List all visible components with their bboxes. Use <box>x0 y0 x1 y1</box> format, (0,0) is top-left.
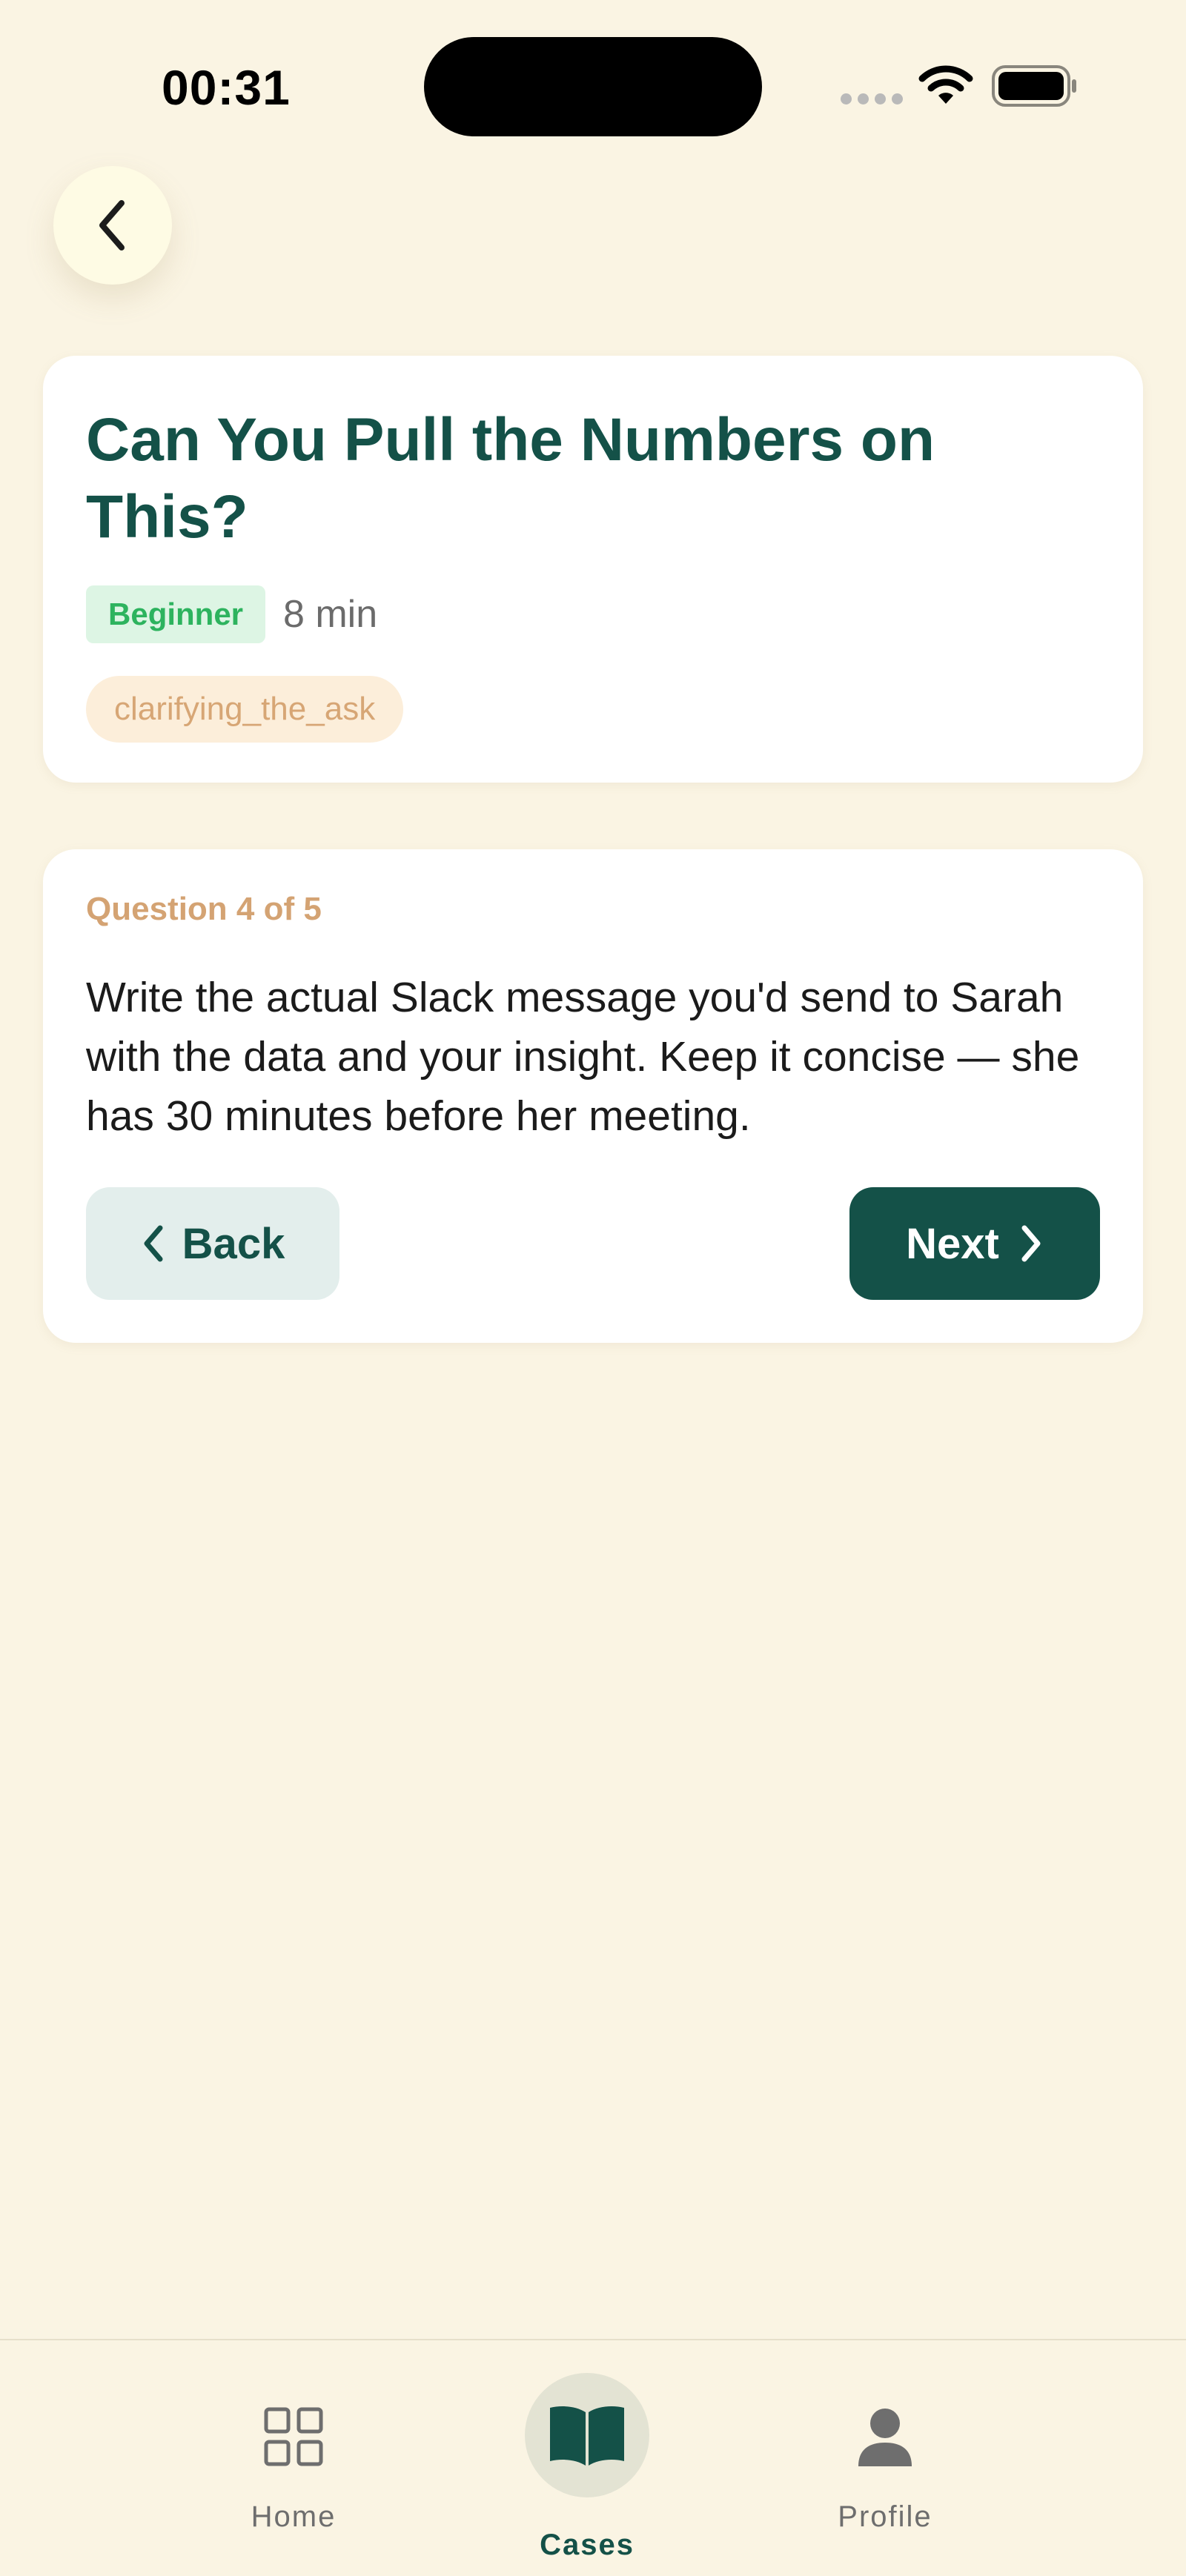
chevron-right-icon <box>1021 1225 1041 1262</box>
difficulty-badge: Beginner <box>86 585 266 643</box>
skill-tag-chip: clarifying_the_ask <box>86 676 404 743</box>
chevron-left-icon <box>99 200 125 250</box>
battery-icon <box>992 65 1076 107</box>
grid-icon <box>258 2401 329 2472</box>
question-text: Write the actual Slack message you'd sen… <box>86 974 1080 1140</box>
book-icon <box>525 2373 649 2497</box>
back-button[interactable]: Back <box>86 1187 339 1300</box>
nav-label-profile: Profile <box>838 2500 932 2533</box>
chevron-left-icon <box>144 1225 163 1262</box>
case-header-card: Can You Pull the Numbers on This? Beginn… <box>43 356 1143 783</box>
nav-item-home[interactable]: Home <box>182 2340 405 2576</box>
wifi-icon <box>918 65 973 104</box>
nav-label-home: Home <box>251 2500 337 2533</box>
duration-text: 8 min <box>283 593 378 636</box>
question-card: Question 4 of 5 Write the actual Slack m… <box>43 849 1143 1343</box>
next-button[interactable]: Next <box>849 1187 1100 1300</box>
status-time: 00:31 <box>162 60 291 115</box>
back-button-label: Back <box>182 1219 285 1268</box>
cellular-signal-icon <box>841 93 903 104</box>
question-counter: Question 4 of 5 <box>86 891 322 927</box>
status-bar: 00:31 <box>0 0 1186 148</box>
next-button-label: Next <box>906 1219 999 1268</box>
dynamic-island <box>424 37 762 136</box>
person-icon <box>849 2401 921 2472</box>
case-title: Can You Pull the Numbers on This? <box>86 406 935 551</box>
nav-back-button[interactable] <box>53 166 172 285</box>
bottom-nav: Home Cases Profile <box>0 2339 1186 2576</box>
nav-item-profile[interactable]: Profile <box>774 2340 996 2576</box>
nav-label-cases: Cases <box>540 2529 635 2561</box>
nav-item-cases[interactable]: Cases <box>476 2340 698 2576</box>
